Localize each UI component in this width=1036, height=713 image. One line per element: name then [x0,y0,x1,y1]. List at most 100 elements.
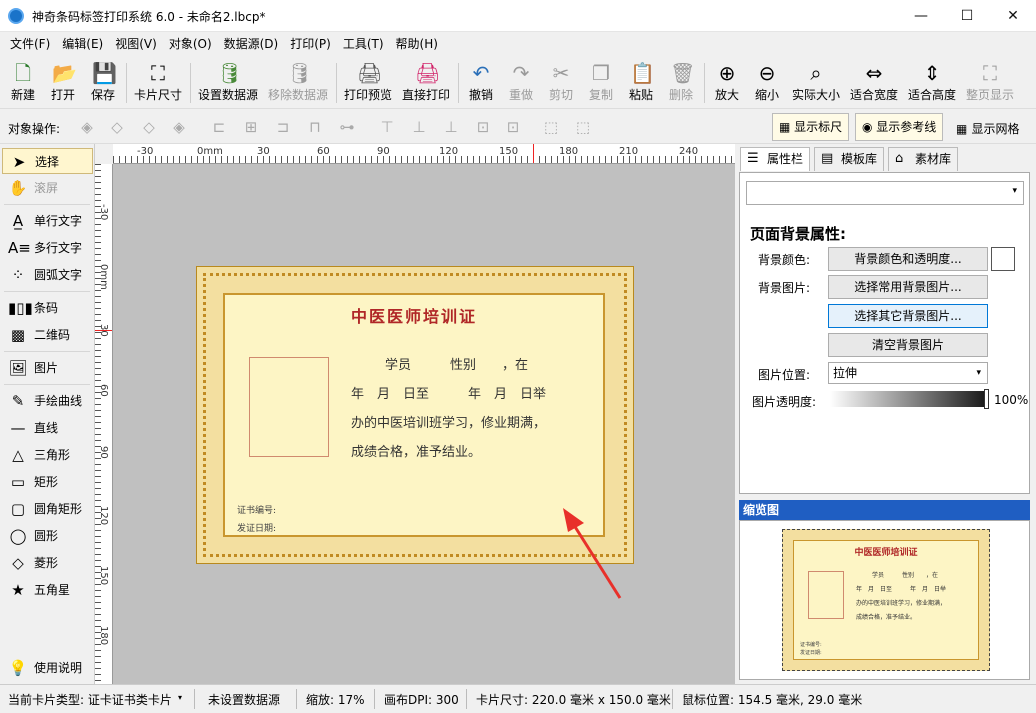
align-center-icon[interactable]: ⊞ [242,118,260,136]
tool-multi-text[interactable]: A≡ 多行文字 [2,235,93,261]
issue-date-label: 发证日期: [237,524,277,534]
maximize-button[interactable]: ☐ [944,0,990,32]
zoom-in-button[interactable]: ⊕ 放大 [708,60,746,106]
same-height-icon[interactable]: ⊡ [504,118,522,136]
direct-print-button[interactable]: 🖨 直接打印 [398,60,454,106]
ungroup-icon[interactable]: ⬚ [574,118,592,136]
align-left-icon[interactable]: ⊏ [210,118,228,136]
cut-button[interactable]: ✂ 剪切 [542,60,580,106]
bg-common-image-button[interactable]: 选择常用背景图片... [828,275,988,299]
tool-qrcode[interactable]: ▩ 二维码 [2,322,93,348]
tool-star[interactable]: ★ 五角星 [2,577,93,603]
distribute-h-icon[interactable]: ⊓ [306,118,324,136]
menu-object[interactable]: 对象(O) [163,32,218,56]
menu-file[interactable]: 文件(F) [4,32,56,56]
align-bottom-icon[interactable]: ⊥ [442,118,460,136]
bg-color-swatch[interactable] [991,247,1015,271]
print-preview-button[interactable]: 🖨 打印预览 [340,60,396,106]
menu-print[interactable]: 打印(P) [284,32,337,56]
menu-datasource[interactable]: 数据源(D) [218,32,285,56]
tool-rectangle[interactable]: ▭ 矩形 [2,469,93,495]
menu-view[interactable]: 视图(V) [109,32,163,56]
right-panel: ☰ 属性栏 ▤ 模板库 ⌂ 素材库 ▾ 页面背景属性: 背景颜色: 背景颜色和透明度.… [736,144,1036,684]
card-size-button[interactable]: ⛶ 卡片尺寸 [130,60,186,106]
align-middle-icon[interactable]: ⊥ [410,118,428,136]
align-top-icon[interactable]: ⊤ [378,118,396,136]
close-button[interactable]: ✕ [990,0,1036,32]
fit-width-button[interactable]: ⇔ 适合宽度 [846,60,902,106]
copy-icon: ❐ [592,61,610,85]
clear-bg-image-button[interactable]: 清空背景图片 [828,333,988,357]
toolbar-divider [458,63,459,103]
certificate-card[interactable]: 中医医师培训证 学员 性别 ，在 年 月 日至 年 月 日举 办的中医培训班学习… [196,266,634,564]
bring-front-icon[interactable]: ◈ [78,118,96,136]
menu-edit[interactable]: 编辑(E) [56,32,109,56]
full-page-button[interactable]: ⛶ 整页显示 [962,60,1018,106]
tool-barcode[interactable]: ▮▯▮ 条码 [2,295,93,321]
tab-materials[interactable]: ⌂ 素材库 [888,147,959,171]
fit-height-button[interactable]: ⇕ 适合高度 [904,60,960,106]
object-selector[interactable]: ▾ [746,181,1024,205]
opacity-slider-track[interactable] [830,391,986,407]
photo-frame [249,357,329,457]
tool-image[interactable]: 🖼 图片 [2,355,93,381]
new-button[interactable]: 🗋 新建 [4,60,42,106]
send-back-icon[interactable]: ◈ [170,118,188,136]
tool-label: 菱形 [34,556,59,570]
actual-size-button[interactable]: ⌕ 实际大小 [788,60,844,106]
preview-thumbnail[interactable]: 中医医师培训证 学员 性别 ，在 年 月 日至 年 月 日举 办的中医培训班学习… [782,529,990,671]
tab-label: 模板库 [841,152,878,166]
tab-properties[interactable]: ☰ 属性栏 [740,147,811,171]
tool-line[interactable]: — 直线 [2,415,93,441]
database-remove-icon: 🛢 [287,61,313,85]
help-button[interactable]: 💡 使用说明 [2,655,93,681]
menu-help[interactable]: 帮助(H) [390,32,444,56]
preview-issue-date: 发证日期: [800,650,822,656]
remove-datasource-button[interactable]: 🛢 移除数据源 [264,60,332,106]
image-position-select[interactable]: 拉伸 ▾ [828,362,988,384]
opacity-slider-thumb[interactable] [984,389,989,409]
tool-triangle[interactable]: △ 三角形 [2,442,93,468]
tool-scroll[interactable]: ✋ 滚屏 [2,175,93,201]
tool-select[interactable]: ➤ 选择 [2,148,93,174]
same-width-icon[interactable]: ⊡ [474,118,492,136]
show-grid-toggle[interactable]: ▦ 显示网格 [956,120,1020,137]
delete-button[interactable]: 🗑 删除 [662,60,700,106]
actual-size-label: 实际大小 [791,88,840,102]
set-datasource-button[interactable]: 🛢 设置数据源 [194,60,262,106]
copy-button[interactable]: ❐ 复制 [582,60,620,106]
tool-freehand[interactable]: ✎ 手绘曲线 [2,388,93,414]
open-button[interactable]: 📂 打开 [44,60,82,106]
tab-templates[interactable]: ▤ 模板库 [814,147,885,171]
tool-diamond[interactable]: ◇ 菱形 [2,550,93,576]
undo-button[interactable]: ↶ 撤销 [462,60,500,106]
tool-divider [4,384,90,385]
status-divider [672,689,673,709]
horizontal-ruler: -30 0mm 30 60 90 120 150 180 210 240 [113,144,735,164]
distribute-v-icon[interactable]: ⊶ [338,118,356,136]
paste-button[interactable]: 📋 粘贴 [622,60,660,106]
status-card-type[interactable]: 当前卡片类型: 证卡证书类卡片 [8,691,172,708]
save-button[interactable]: 💾 保存 [84,60,122,106]
tool-single-text[interactable]: A̲ 单行文字 [2,208,93,234]
tool-rounded-rect[interactable]: ▢ 圆角矩形 [2,496,93,522]
tool-arc-text[interactable]: ⁘ 圆弧文字 [2,262,93,288]
show-ruler-toggle[interactable]: ▦ 显示标尺 [772,113,850,141]
bg-other-image-button[interactable]: 选择其它背景图片... [828,304,988,328]
zoom-out-button[interactable]: ⊖ 缩小 [748,60,786,106]
barcode-icon: ▮▯▮ [8,299,33,317]
minimize-button[interactable]: — [898,0,944,32]
redo-button[interactable]: ↷ 重做 [502,60,540,106]
menu-tools[interactable]: 工具(T) [337,32,390,56]
preview-pane: 中医医师培训证 学员 性别 ，在 年 月 日至 年 月 日举 办的中医培训班学习… [739,520,1030,680]
align-right-icon[interactable]: ⊐ [274,118,292,136]
status-datasource: 未设置数据源 [208,693,281,707]
bring-forward-icon[interactable]: ◇ [108,118,126,136]
tool-circle[interactable]: ◯ 圆形 [2,523,93,549]
bg-color-button[interactable]: 背景颜色和透明度... [828,247,988,271]
send-backward-icon[interactable]: ◇ [140,118,158,136]
full-page-label: 整页显示 [965,88,1014,102]
show-guides-toggle[interactable]: ◉ 显示参考线 [855,113,944,141]
status-mouse-position: 鼠标位置: 154.5 毫米, 29.0 毫米 [682,693,863,707]
group-icon[interactable]: ⬚ [542,118,560,136]
